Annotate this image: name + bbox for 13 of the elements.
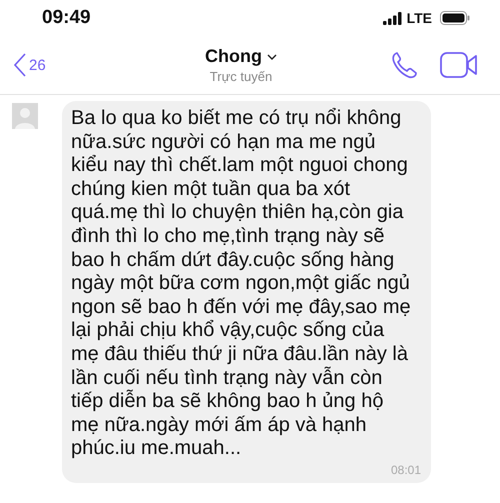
signal-icon: [382, 12, 403, 24]
message-time: 08:01: [390, 462, 421, 477]
contact-status: Trực tuyến: [210, 69, 272, 84]
contact-name[interactable]: Chong: [205, 46, 262, 67]
back-button[interactable]: 26: [14, 53, 94, 77]
chevron-down-icon[interactable]: [266, 54, 277, 60]
status-time: 09:49: [42, 7, 91, 29]
video-camera-icon[interactable]: [440, 52, 478, 78]
back-icon[interactable]: [14, 53, 26, 77]
battery-icon: [440, 11, 470, 25]
phone-icon[interactable]: [390, 51, 418, 79]
network-label: LTE: [406, 10, 432, 26]
message-text: Ba lo qua ko biết me có trụ nổi không nữa.sức người có hạn ma me ngủ kiểu nay thì chết.lam một nguoi chong chúng kien một tuần qua ba xót quá.mẹ thì lo chuyện thiên hạ,còn gia đình thì lo cho mẹ,tình trạng này sẽ bao h chấm dứt đây.cuộc sống hàng ngày một bữa cơm ngon,một giấc ngủ ngon sẽ bao h đến với mẹ đây,sao mẹ lại phải chịu khổ vậy,cuộc sống của mẹ đâu thiếu thứ ji nữa đâu.lần này là lần cuối nếu tình trạng này vẫn còn tiếp diễn ba sẽ không bao h ủng hộ mẹ nữa.ngày mới ấm áp và hạnh phúc.iu me.muah...: [71, 107, 412, 461]
